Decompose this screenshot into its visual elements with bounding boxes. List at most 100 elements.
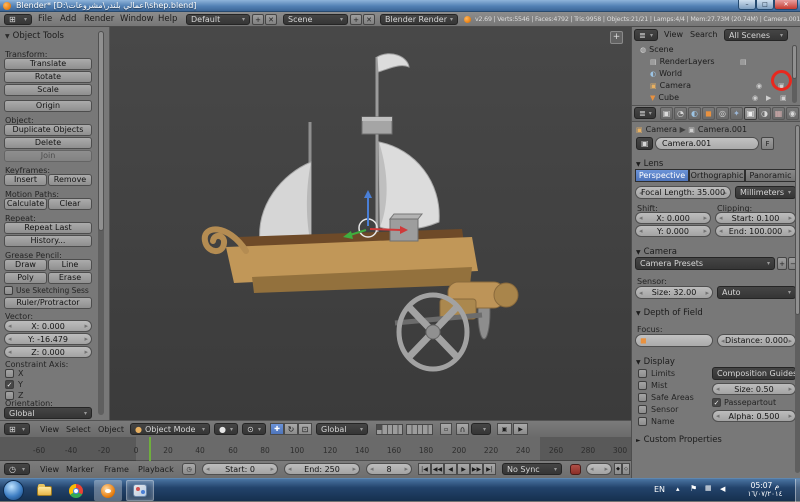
tab-material[interactable]: ◑ (758, 107, 771, 120)
focus-object-field[interactable]: ◼ (635, 334, 713, 347)
viewport-menu-view[interactable]: View (40, 421, 59, 438)
origin-button[interactable]: Origin (4, 100, 92, 112)
fake-user-button[interactable]: F (761, 137, 774, 150)
outliner-menu-view[interactable]: View (664, 27, 683, 42)
translate-button[interactable]: Translate (4, 58, 92, 70)
constraint-x-checkbox[interactable] (5, 369, 14, 378)
add-preset-button[interactable]: + (777, 257, 787, 270)
repeat-last-button[interactable]: Repeat Last (4, 222, 92, 234)
shading-dropdown[interactable]: ●▾ (214, 423, 238, 435)
manipulator-scale-button[interactable]: ⊡ (298, 423, 312, 435)
use-sketching-checkbox[interactable] (4, 286, 13, 295)
composition-guides-dropdown[interactable]: Composition Guides▾ (712, 367, 796, 380)
clip-end-field[interactable]: End: 100.000 (715, 225, 796, 237)
opengl-render-button[interactable]: ▣ (497, 423, 512, 435)
transform-orientation-dropdown[interactable]: Global▾ (316, 423, 368, 435)
history-button[interactable]: History... (4, 235, 92, 247)
start-button[interactable] (3, 480, 24, 501)
open-properties-region-button[interactable]: + (610, 31, 623, 44)
taskbar-blender-button[interactable] (94, 480, 122, 501)
ruler-protractor-button[interactable]: Ruler/Protractor (4, 297, 92, 309)
taskbar-chrome-button[interactable] (62, 480, 90, 501)
snap-magnet-button[interactable]: ∩ (456, 423, 469, 435)
tab-render[interactable]: ▣ (660, 107, 673, 120)
mist-checkbox[interactable] (638, 381, 647, 390)
jump-to-start-button[interactable]: |◀ (418, 463, 431, 475)
name-checkbox[interactable] (638, 417, 647, 426)
delete-layout-button[interactable]: ✕ (265, 14, 277, 25)
clip-start-field[interactable]: Start: 0.100 (715, 212, 796, 224)
timeline-menu-marker[interactable]: Marker (66, 461, 94, 478)
outliner-editor-type-dropdown[interactable]: ≣▾ (634, 29, 658, 41)
opengl-render-anim-button[interactable]: ▶ (513, 423, 528, 435)
screen-layout-selector[interactable]: Default▾ (186, 14, 250, 25)
focal-length-field[interactable]: Focal Length: 35.000 (635, 186, 731, 199)
insert-keyframe-icon-button[interactable]: ◆ (614, 463, 622, 475)
tab-world[interactable]: ◐ (688, 107, 701, 120)
menu-render[interactable]: Render (84, 12, 114, 27)
limits-checkbox[interactable] (638, 369, 647, 378)
close-button[interactable]: ✕ (774, 0, 798, 10)
cube-restrict-render-icon[interactable]: ▣ (780, 94, 787, 102)
tab-object-data[interactable]: ▣ (744, 107, 757, 120)
sensor-size-field[interactable]: Size: 32.00 (635, 286, 713, 299)
duplicate-objects-button[interactable]: Duplicate Objects (4, 124, 92, 136)
outliner-row-scene[interactable]: ◍Scene (640, 45, 674, 54)
taskbar-media-app-button[interactable] (126, 480, 154, 501)
active-layer-cell[interactable] (377, 425, 382, 430)
outliner-scrollbar[interactable] (792, 45, 797, 103)
camera-section-header[interactable]: ▼Camera (636, 247, 677, 257)
lens-type-orthographic-tab[interactable]: Orthographic (689, 169, 745, 182)
clear-paths-button[interactable]: Clear (48, 198, 92, 210)
manipulator-translate-button[interactable]: ✚ (270, 423, 284, 435)
outliner-menu-search[interactable]: Search (690, 27, 717, 42)
join-button[interactable]: Join (4, 150, 92, 162)
passepartout-alpha-field[interactable]: Alpha: 0.500 (712, 410, 796, 422)
menu-add[interactable]: Add (60, 12, 76, 27)
3d-viewport-canvas[interactable]: + (110, 27, 631, 420)
dof-distance-field[interactable]: Distance: 0.000 (717, 334, 796, 347)
scrollbar-thumb[interactable] (98, 31, 104, 231)
timeline-menu-playback[interactable]: Playback (138, 461, 174, 478)
scale-button[interactable]: Scale (4, 84, 92, 96)
viewport-menu-select[interactable]: Select (66, 421, 91, 438)
gp-poly-button[interactable]: Poly (4, 272, 47, 284)
play-reverse-button[interactable]: ◀ (444, 463, 457, 475)
auto-keyframe-record-button[interactable] (570, 464, 581, 475)
language-indicator[interactable]: EN (654, 485, 665, 494)
play-button[interactable]: ▶ (457, 463, 470, 475)
sensor-checkbox[interactable] (638, 405, 647, 414)
mode-dropdown[interactable]: ●Object Mode▾ (130, 423, 210, 435)
maximize-button[interactable]: □ (756, 0, 774, 10)
use-preview-range-button[interactable]: ◷ (182, 463, 196, 475)
taskbar-clock[interactable]: 05:07 م ١٦/٠٧/٢٠١٤ (738, 481, 792, 500)
tab-physics[interactable]: ◉ (786, 107, 799, 120)
cube-restrict-view-icon[interactable]: ◉ (752, 94, 758, 102)
tab-modifiers[interactable]: ✦ (730, 107, 743, 120)
timeline-editor-type-dropdown[interactable]: ◷▾ (4, 463, 30, 475)
insert-keyframe-button[interactable]: Insert (4, 174, 47, 186)
sensor-fit-dropdown[interactable]: Auto▾ (717, 286, 796, 299)
lens-type-panoramic-tab[interactable]: Panoramic (745, 169, 796, 182)
layers-widget-right[interactable] (406, 424, 433, 435)
manipulator-rotate-button[interactable]: ↻ (284, 423, 298, 435)
breadcrumb-object[interactable]: Camera (646, 125, 677, 134)
volume-icon[interactable]: ◀ (720, 485, 725, 493)
show-desktop-button[interactable] (795, 479, 800, 502)
lens-type-perspective-tab[interactable]: Perspective (635, 169, 689, 182)
frame-start-field[interactable]: Start: 0 (202, 463, 278, 475)
orientation-dropdown[interactable]: Global▾ (4, 407, 92, 419)
lens-unit-dropdown[interactable]: Millimeters▾ (735, 186, 796, 199)
delete-keyframe-icon-button[interactable]: ◇ (622, 463, 630, 475)
passepartout-checkbox[interactable]: ✓ (712, 398, 721, 407)
jump-to-end-button[interactable]: ▶| (483, 463, 496, 475)
outliner-filter-dropdown[interactable]: All Scenes▾ (724, 29, 788, 41)
gp-line-button[interactable]: Line (48, 259, 92, 271)
scene-selector[interactable]: Scene▾ (283, 14, 348, 25)
viewport-editor-type-dropdown[interactable]: ⊞▾ (4, 423, 30, 435)
keying-set-field[interactable] (586, 463, 612, 475)
add-scene-button[interactable]: + (350, 14, 362, 25)
camera-restrict-view-icon[interactable]: ◉ (756, 82, 762, 90)
cube-restrict-select-icon[interactable]: ▶ (766, 94, 771, 102)
vector-x-field[interactable]: X: 0.000 (4, 320, 92, 332)
